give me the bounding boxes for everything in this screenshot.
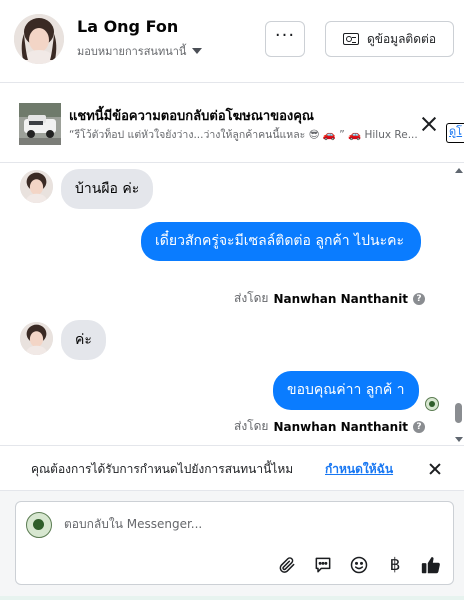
scrollbar-thumb[interactable] bbox=[455, 403, 462, 423]
reply-input[interactable] bbox=[64, 517, 424, 531]
help-icon[interactable]: ? bbox=[413, 420, 426, 433]
paperclip-icon[interactable] bbox=[276, 554, 298, 576]
scroll-up-arrow-icon[interactable] bbox=[455, 168, 463, 173]
scroll-down-arrow-icon[interactable] bbox=[455, 437, 463, 442]
ad-banner-subtitle: “รีโว้ตัวท็อป แต่หัวใจยังว่าง...ว่างให้ล… bbox=[69, 129, 418, 141]
close-prompt-icon[interactable] bbox=[428, 462, 442, 476]
sent-by-label: ส่งโดย Nanwhan Nanthanit ? bbox=[234, 417, 426, 436]
smiley-icon[interactable] bbox=[348, 554, 370, 576]
more-options-label: ··· bbox=[274, 25, 296, 46]
seen-avatar-icon bbox=[425, 397, 439, 411]
sent-by-prefix: ส่งโดย bbox=[234, 419, 269, 433]
contact-avatar-small bbox=[20, 322, 53, 355]
view-ad-link[interactable]: ดูโ bbox=[446, 123, 464, 143]
help-icon[interactable]: ? bbox=[413, 292, 426, 305]
page-avatar bbox=[26, 512, 52, 538]
message-thread: บ้านผือ ค่ะ เดี๋ยวสักครู่จะมีเซลล์ติดต่อ… bbox=[0, 163, 464, 445]
incoming-message[interactable]: ค่ะ bbox=[61, 320, 106, 360]
caret-down-icon bbox=[192, 48, 203, 54]
thumbs-up-icon[interactable] bbox=[420, 554, 442, 576]
assign-to-me-link[interactable]: กำหนดให้ฉัน bbox=[325, 460, 393, 479]
contact-avatar-small bbox=[20, 170, 53, 203]
sent-by-label: ส่งโดย Nanwhan Nanthanit ? bbox=[234, 289, 426, 308]
sent-by-name[interactable]: Nanwhan Nanthanit bbox=[273, 292, 408, 306]
more-options-button[interactable]: ··· bbox=[265, 21, 305, 57]
sent-by-prefix: ส่งโดย bbox=[234, 291, 269, 305]
message-composer: ฿ bbox=[15, 501, 454, 585]
assign-label: มอบหมายการสนทนานี้ bbox=[77, 45, 187, 58]
baht-icon[interactable]: ฿ bbox=[384, 554, 406, 576]
assign-prompt-text: คุณต้องการได้รับการกำหนดไปยังการสนทนานี้… bbox=[31, 462, 294, 476]
contact-name: La Ong Fon bbox=[77, 17, 179, 36]
composer-area: ฿ bbox=[0, 490, 464, 600]
ad-banner-title: แชทนี้มีข้อความตอบกลับต่อโฆษณาของคุณ bbox=[69, 109, 314, 124]
outgoing-message[interactable]: ขอบคุณค่าา ลูกค้ า bbox=[273, 371, 419, 410]
ad-thumbnail[interactable] bbox=[19, 103, 61, 145]
close-ad-banner-icon[interactable] bbox=[420, 115, 438, 133]
contact-card-icon bbox=[342, 33, 359, 45]
assign-prompt-bar: คุณต้องการได้รับการกำหนดไปยังการสนทนานี้… bbox=[0, 445, 464, 490]
incoming-message[interactable]: บ้านผือ ค่ะ bbox=[61, 169, 154, 209]
thread-scrollbar[interactable] bbox=[452, 163, 464, 445]
contact-avatar[interactable] bbox=[14, 14, 64, 64]
chat-bubble-icon[interactable] bbox=[312, 554, 334, 576]
bottom-strip bbox=[0, 596, 464, 600]
outgoing-message[interactable]: เดี๋ยวสักครู่จะมีเซลล์ติดต่อ ลูกค้า ไปนะ… bbox=[141, 222, 421, 261]
view-contact-button[interactable]: ดูข้อมูลติดต่อ bbox=[325, 21, 454, 57]
conversation-header: La Ong Fon มอบหมายการสนทนานี้ ··· ดูข้อม… bbox=[0, 0, 464, 83]
ad-reply-banner: แชทนี้มีข้อความตอบกลับต่อโฆษณาของคุณ “รี… bbox=[0, 83, 464, 163]
view-contact-label: ดูข้อมูลติดต่อ bbox=[366, 31, 437, 46]
sent-by-name[interactable]: Nanwhan Nanthanit bbox=[273, 420, 408, 434]
assign-conversation-dropdown[interactable]: มอบหมายการสนทนานี้ bbox=[77, 42, 203, 60]
